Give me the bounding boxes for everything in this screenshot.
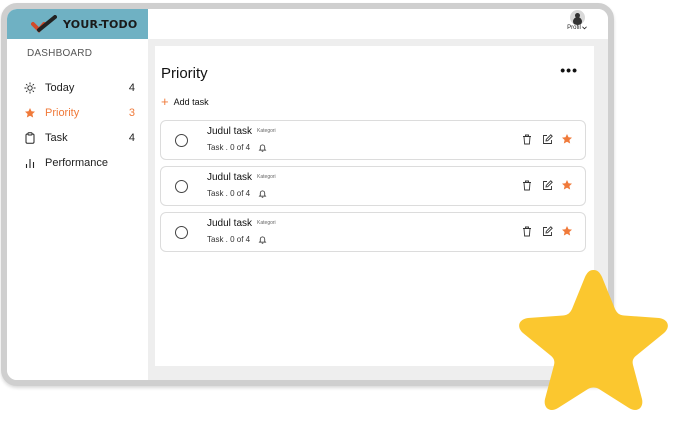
task-category: Kategori	[257, 174, 276, 181]
sidebar-item-performance[interactable]: Performance	[23, 150, 135, 175]
bar-chart-icon	[23, 156, 37, 170]
star-icon[interactable]	[561, 179, 573, 191]
edit-icon[interactable]	[541, 179, 553, 191]
logo-bar: YOUR-TODO	[7, 9, 148, 39]
sidebar-item-today[interactable]: Today 4	[23, 75, 135, 100]
edit-icon[interactable]	[541, 225, 553, 237]
task-title: Judul task	[207, 218, 253, 229]
plus-icon: +	[161, 94, 169, 109]
checkmark-logo-icon	[31, 15, 57, 33]
edit-icon[interactable]	[541, 133, 553, 145]
task-category: Kategori	[257, 128, 276, 135]
sun-icon	[23, 81, 37, 95]
sidebar-item-label: Today	[45, 81, 75, 94]
star-icon[interactable]	[561, 225, 573, 237]
task-category: Kategori	[257, 220, 276, 227]
task-progress: Task . 0 of 4	[207, 143, 251, 152]
top-bar: Profil	[148, 9, 608, 39]
sidebar-item-count: 4	[128, 81, 135, 94]
trash-icon[interactable]	[521, 179, 533, 191]
task-title: Judul task	[207, 126, 253, 137]
bell-icon[interactable]	[258, 143, 267, 152]
more-options-button[interactable]: •••	[560, 62, 578, 78]
sidebar-item-count: 4	[128, 131, 135, 144]
task-checkbox[interactable]	[175, 226, 188, 239]
add-task-button[interactable]: + Add task	[161, 95, 209, 108]
sidebar-item-count: 3	[128, 106, 135, 119]
sidebar: YOUR-TODO DASHBOARD Today 4 Priority 3 T…	[7, 9, 148, 380]
star-icon	[23, 106, 37, 120]
task-progress: Task . 0 of 4	[207, 235, 251, 244]
profile-menu[interactable]: Profil	[566, 9, 588, 31]
task-checkbox[interactable]	[175, 134, 188, 147]
avatar	[569, 10, 585, 25]
task-progress: Task . 0 of 4	[207, 189, 251, 198]
clipboard-icon	[23, 131, 37, 145]
sidebar-item-label: Priority	[45, 106, 80, 119]
bell-icon[interactable]	[258, 235, 267, 244]
trash-icon[interactable]	[521, 225, 533, 237]
task-title: Judul task	[207, 172, 253, 183]
star-icon[interactable]	[561, 133, 573, 145]
sidebar-item-priority[interactable]: Priority 3	[23, 100, 135, 125]
decorative-star-icon	[519, 270, 668, 410]
sidebar-nav: Today 4 Priority 3 Task 4 Performance	[23, 75, 135, 175]
task-card[interactable]: Judul task Kategori Task . 0 of 4	[160, 166, 586, 206]
add-task-label: Add task	[173, 96, 209, 107]
chevron-down-icon	[581, 26, 587, 30]
page-title: Priority	[161, 65, 208, 82]
profile-label: Profil	[567, 25, 581, 31]
sidebar-item-label: Task	[45, 131, 68, 144]
task-card[interactable]: Judul task Kategori Task . 0 of 4	[160, 212, 586, 252]
trash-icon[interactable]	[521, 133, 533, 145]
dashboard-label: DASHBOARD	[27, 48, 93, 59]
task-checkbox[interactable]	[175, 180, 188, 193]
sidebar-item-task[interactable]: Task 4	[23, 125, 135, 150]
sidebar-item-label: Performance	[45, 156, 108, 169]
bell-icon[interactable]	[258, 189, 267, 198]
task-card[interactable]: Judul task Kategori Task . 0 of 4	[160, 120, 586, 160]
logo-text: YOUR-TODO	[63, 17, 138, 31]
